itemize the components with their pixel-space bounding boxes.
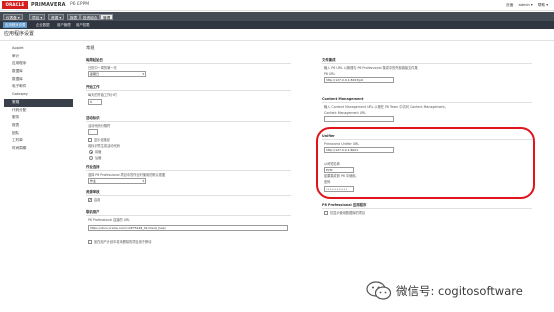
nav-resources[interactable]: 资源 ▾ xyxy=(48,14,65,20)
sidebar-item[interactable]: 审计 xyxy=(4,53,73,61)
divider xyxy=(86,215,291,216)
sidebar-item[interactable]: 服务 xyxy=(4,114,73,122)
product-name: P6 EPPM xyxy=(70,2,90,7)
content-mgmt-url-input[interactable] xyxy=(324,116,394,122)
nav-reports[interactable]: 报表 xyxy=(67,14,81,20)
prefix-label: 前缀 xyxy=(95,150,102,154)
nav-portfolio[interactable]: 投资组合 xyxy=(80,14,101,20)
oracle-logo: ORACLE xyxy=(2,1,28,9)
wechat-watermark: 微信号: cogitosoftware xyxy=(366,281,546,301)
chevron-down-icon: ▾ xyxy=(142,179,144,183)
suffix-label: 后缀 xyxy=(95,156,102,160)
sub-nav: 应用程序设置 企业数据 用户管理 用户权限 xyxy=(0,21,554,29)
main-nav: 仪表盘 ▾ 项目 ▾ 资源 ▾ 报表 投资组合 管理 xyxy=(0,12,554,21)
p6-pro-title: P6 Professional 应用程序 xyxy=(322,203,367,207)
subnav-user-access[interactable]: 用户权限 xyxy=(74,22,92,28)
activity-id-title: 活动标识 xyxy=(86,116,100,120)
sidebar-item[interactable]: 电子邮件 xyxy=(4,83,73,91)
bottom-option-label: 如在用户计划中将未删除的项目用于移动 xyxy=(94,240,152,244)
workday-hour-input[interactable]: 8 xyxy=(88,99,102,105)
divider xyxy=(86,170,291,171)
sidebar-item[interactable]: 时间周期 xyxy=(4,145,73,153)
resource-audit-title: 资源审核 xyxy=(86,190,100,194)
sidebar-item[interactable]: 报表 xyxy=(4,122,73,130)
nav-admin[interactable]: 管理 xyxy=(100,14,114,20)
sidebar-item[interactable]: 工时单 xyxy=(4,137,73,145)
top-header: ORACLE PRIMAVERA P6 EPPM 页面 admin ▾ 帮助 ▾ xyxy=(0,0,554,11)
nav-dashboard[interactable]: 仪表盘 ▾ xyxy=(3,14,23,20)
show-full-path-checkbox[interactable] xyxy=(88,138,92,142)
unifier-highlight-outline xyxy=(316,127,535,199)
divider xyxy=(322,208,532,209)
divider xyxy=(322,102,532,103)
activity-separator-label: 活动代码分隔符 xyxy=(88,124,111,128)
title-divider xyxy=(0,40,554,41)
week-start-select[interactable]: 星期日 ▾ xyxy=(88,71,146,77)
suffix-radio[interactable] xyxy=(89,156,93,160)
prefix-radio[interactable] xyxy=(89,150,93,154)
nav-projects[interactable]: 项目 ▾ xyxy=(29,14,46,20)
file-integration-desc: 输入 P6 URL 以管理与 P6 Professional 集成中的外部链接文… xyxy=(324,66,418,70)
subnav-user-admin[interactable]: 用户管理 xyxy=(55,22,73,28)
activity-separator-input[interactable]: . xyxy=(88,129,98,135)
sidebar-item-active[interactable]: 常规 xyxy=(4,98,73,107)
enable-audit-checkbox[interactable] xyxy=(88,197,92,202)
activity-options-label: 用标识符生成活动代码 xyxy=(88,144,120,148)
sidebar-item[interactable]: Gateway xyxy=(4,91,73,99)
help-url-input[interactable]: https://docs.oracle.com/cd/E75428_01/cli… xyxy=(88,225,288,231)
enable-audit-label: 启用 xyxy=(94,198,101,202)
activity-view-select[interactable]: 作业 ▾ xyxy=(88,178,146,184)
online-help-title: 联机用户 xyxy=(86,210,100,214)
workday-title: 开始工作 xyxy=(86,85,100,89)
p6-url-label: P6 URL xyxy=(324,72,336,76)
bottom-option-checkbox[interactable] xyxy=(88,240,92,244)
brand-name: PRIMAVERA xyxy=(31,2,66,8)
sidebar-item[interactable]: 数据库 xyxy=(4,76,73,84)
section-title: 常规 xyxy=(86,45,95,50)
page-link[interactable]: 页面 xyxy=(506,3,513,7)
subnav-app-settings[interactable]: 应用程序设置 xyxy=(3,22,28,28)
help-menu[interactable]: 帮助 ▾ xyxy=(538,3,548,7)
p6-url-input[interactable]: http://127.0.0.1:8203/p6 xyxy=(324,77,394,83)
content-mgmt-url-label: Content Management URL xyxy=(324,111,367,115)
sidebar-item[interactable]: Applet xyxy=(4,45,73,53)
user-menu[interactable]: admin ▾ xyxy=(518,3,532,7)
sidebar-item[interactable]: 应用程序 xyxy=(4,60,73,68)
settings-sidebar: Applet 审计 应用程序 数据库 数据库 电子邮件 Gateway 常规 代… xyxy=(4,45,73,153)
divider xyxy=(322,63,532,64)
wechat-icon xyxy=(366,281,392,300)
divider xyxy=(86,63,291,64)
help-url-label: P6 Professional 连接的 URL xyxy=(88,218,131,222)
subnav-enterprise-data[interactable]: 企业数据 xyxy=(34,22,52,28)
divider xyxy=(86,90,291,91)
sidebar-item[interactable]: 代码分配 xyxy=(4,107,73,115)
sidebar-item[interactable]: 团队 xyxy=(4,130,73,138)
p6-pro-checkbox[interactable] xyxy=(324,211,328,215)
sidebar-item[interactable]: 数据库 xyxy=(4,68,73,76)
content-mgmt-desc: 输入 Content Management URL 以便在 P6 Team 中访… xyxy=(324,105,448,109)
file-integration-title: 文件集成 xyxy=(322,58,336,62)
divider xyxy=(86,121,291,122)
p6-pro-checkbox-label: 仅显示使用数据库的项目 xyxy=(330,211,366,215)
application-settings-page: ORACLE PRIMAVERA P6 EPPM 页面 admin ▾ 帮助 ▾… xyxy=(0,0,554,312)
page-title: 应用程序设置 xyxy=(4,31,35,37)
watermark-text: 微信号: cogitosoftware xyxy=(396,284,523,298)
user-links: 页面 admin ▾ 帮助 ▾ xyxy=(502,2,548,8)
activity-selection-title: 作业选择 xyxy=(86,165,100,169)
show-full-path-label: 显示全路径 xyxy=(94,138,110,142)
work-week-label: 日历中一周的第一天 xyxy=(88,66,117,70)
activity-selection-label: 选择 P6 Professional 项目中的作业时使用的默认视图 xyxy=(88,173,166,177)
chevron-down-icon: ▾ xyxy=(142,72,144,76)
workday-label: 每天的开始工作小时 xyxy=(88,93,117,97)
work-week-title: 每周起始日 xyxy=(86,58,103,62)
content-mgmt-title: Content Management xyxy=(322,97,364,101)
divider xyxy=(86,195,291,196)
